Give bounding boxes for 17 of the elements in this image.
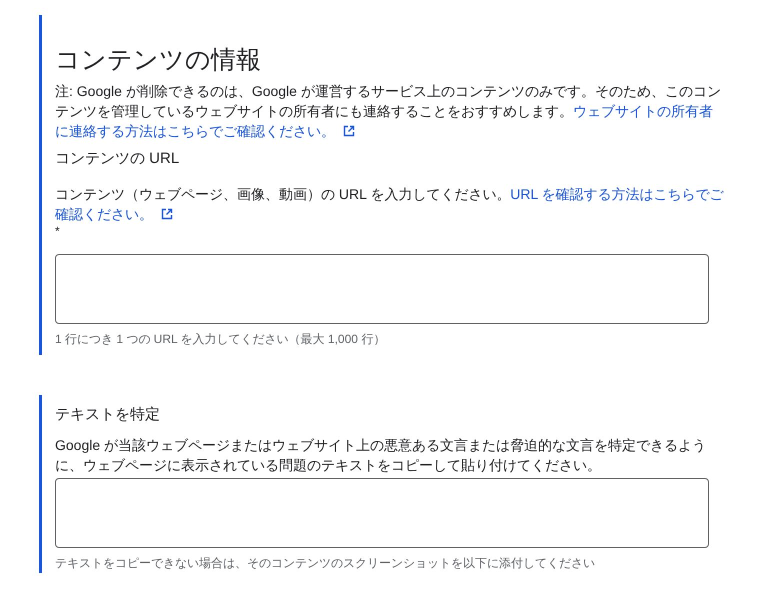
text-input-field[interactable] — [55, 478, 709, 548]
note-text: 注: Google が削除できるのは、Google が運営するサービス上のコンテンツのみです。そのため、このコンテンツを管理しているウェブサイトの所有者にも連絡することをおすすめします。ウェブサイトの所有者 に連絡する方法はこちらでご確認ください。 — [55, 82, 722, 141]
field-description: Google が当該ウェブページまたはウェブサイト上の悪意ある文言または脅迫的な文言を特定できるように、ウェブページに表示されている問題のテキストをコピーして貼り付けてください。 — [55, 436, 708, 475]
section-title: コンテンツの情報 — [55, 45, 262, 76]
external-link-icon — [343, 125, 355, 137]
required-mark: * — [55, 224, 61, 238]
field-description: コンテンツ（ウェブページ、画像、動画）の URL を入力してください。URL を確認する方法はこちらでご 確認ください。 — [55, 185, 725, 224]
helper-text: テキストをコピーできない場合は、そのコンテンツのスクリーンショットを以下に添付してください — [55, 555, 596, 571]
helper-text: 1 行につき 1 つの URL を入力してください（最大 1,000 行） — [55, 331, 386, 347]
field-label: テキストを特定 — [55, 405, 161, 425]
url-input-field[interactable] — [55, 254, 709, 324]
external-link-icon — [161, 208, 173, 220]
help-link[interactable]: URL を確認する方法はこちらでご — [510, 186, 724, 202]
help-link[interactable]: に連絡する方法はこちらでご確認ください。 — [55, 123, 335, 139]
help-link[interactable]: ウェブサイトの所有者 — [573, 103, 713, 119]
field-label: コンテンツの URL — [55, 149, 180, 169]
help-link[interactable]: 確認ください。 — [55, 206, 153, 222]
